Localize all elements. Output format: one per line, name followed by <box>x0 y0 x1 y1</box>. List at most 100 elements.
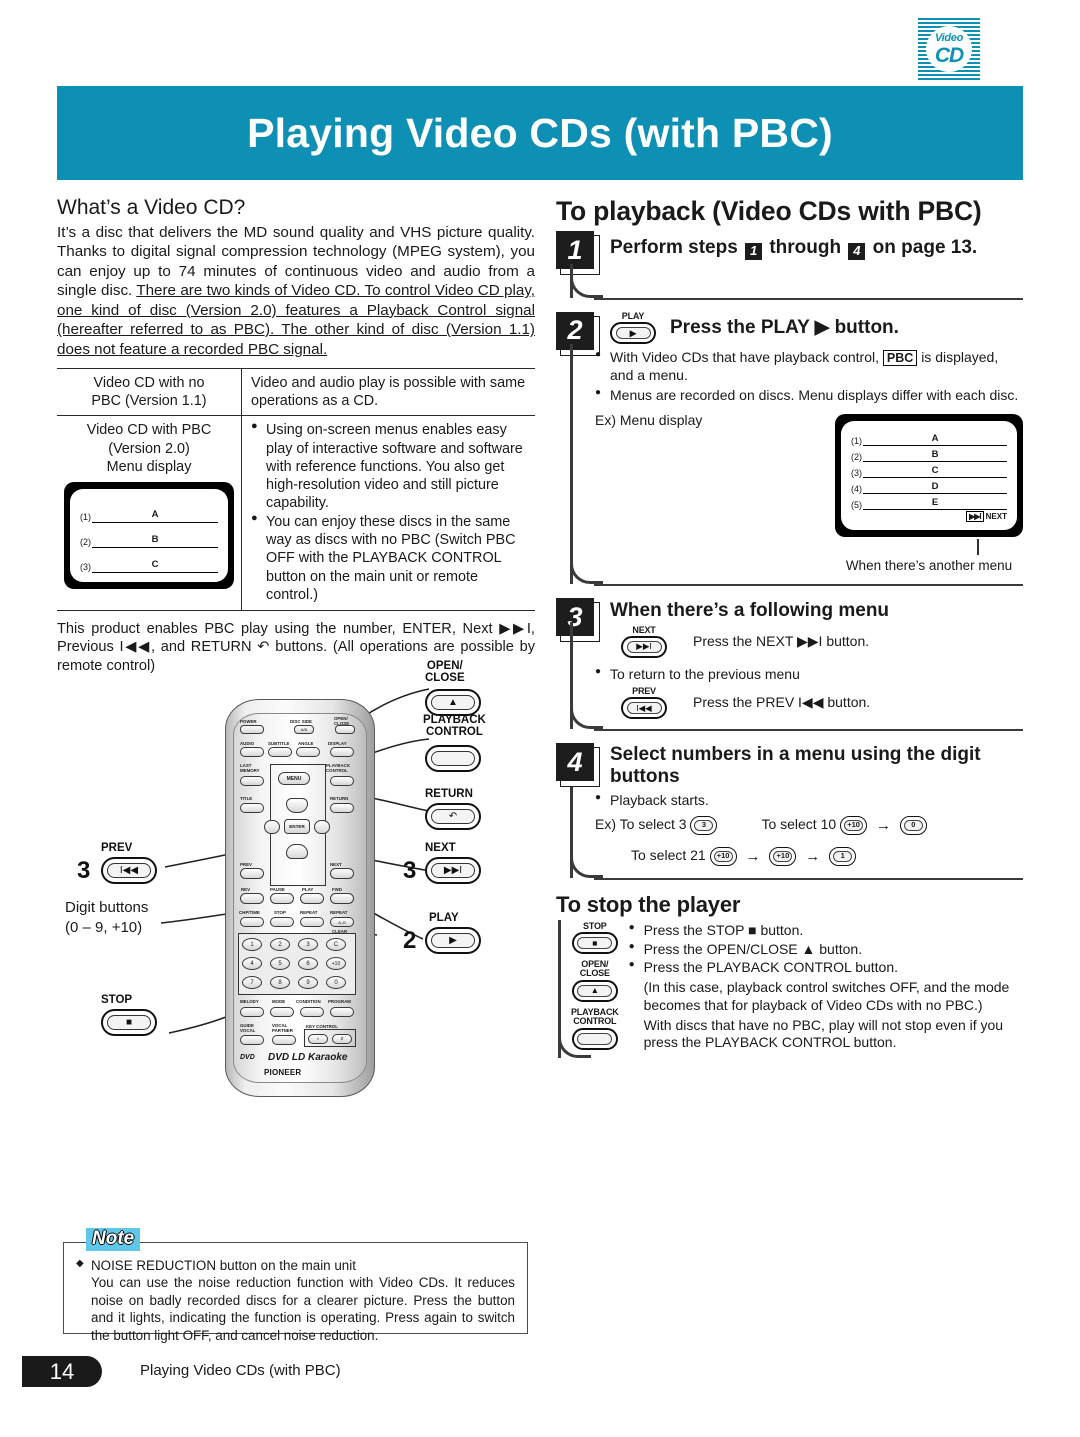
remote-label-chp-time: CHP/TIME <box>239 910 260 916</box>
callout-button-play[interactable]: ▶ <box>425 927 481 955</box>
menu-row: (1) A <box>80 498 218 523</box>
playback-control-icon <box>431 751 475 767</box>
remote-digit-8-label: 8 <box>278 979 282 986</box>
next-button-oval[interactable]: ▶▶I <box>621 635 667 658</box>
callout-step-next: 3 <box>403 857 417 885</box>
play-button-illustration[interactable]: PLAY ▶ <box>610 311 656 344</box>
digit-button-0[interactable]: 0 <box>899 815 927 835</box>
digit-button-1[interactable]: 1 <box>829 846 857 866</box>
digit-button-3[interactable]: 3 <box>690 815 718 835</box>
remote-button-guide-vocal[interactable] <box>240 1035 264 1046</box>
callout-prev-line1: PREV <box>101 842 133 855</box>
callout-button-stop[interactable]: ■ <box>101 1009 157 1037</box>
remote-button-cursor-right[interactable] <box>314 820 330 835</box>
step-4-heading: Select numbers in a menu using the digit… <box>610 743 1023 787</box>
menu-row-label: B <box>863 449 1007 463</box>
remote-button-return[interactable] <box>330 803 354 814</box>
remote-label-disc-side: DISC SIDE <box>290 719 312 725</box>
remote-button-audio[interactable] <box>240 747 264 758</box>
remote-button-mode[interactable] <box>270 1007 294 1018</box>
remote-button-fwd[interactable] <box>330 893 354 905</box>
callout-button-next[interactable]: ▶▶I <box>425 857 481 885</box>
remote-control-diagram: POWER DISC SIDE A/B OPEN/ CLOSE AUDIO SU… <box>57 661 535 1107</box>
step-1-bracket <box>569 263 1023 298</box>
remote-button-subtitle[interactable] <box>268 747 292 758</box>
play-button-oval[interactable]: ▶ <box>610 321 656 344</box>
callout-next-line1: NEXT <box>425 842 456 855</box>
remote-label-playback-control: PLAYBACK CONTROL <box>326 763 350 773</box>
remote-label-stop: STOP <box>274 910 286 916</box>
stop-icon: ■ <box>107 1015 151 1031</box>
remote-button-program[interactable] <box>330 1007 354 1018</box>
remote-button-repeat-ab[interactable]: A–B <box>330 917 354 928</box>
row1-label-line2: PBC (Version 1.1) <box>91 393 207 410</box>
prev-button-illustration[interactable]: PREV I◀◀ <box>621 687 667 720</box>
stop-icon: ■ <box>577 936 613 949</box>
open-close-button-illustration[interactable]: OPEN/ CLOSE ▲ <box>571 959 619 1002</box>
remote-button-rev[interactable] <box>240 893 264 905</box>
stop-bullet-3: Press the PLAYBACK CONTROL button. <box>629 959 1023 977</box>
remote-button-stop[interactable] <box>270 917 294 928</box>
prev-button-oval[interactable]: I◀◀ <box>621 697 667 720</box>
remote-button-cursor-down[interactable] <box>286 844 308 860</box>
step-1-heading: Perform steps 1 through 4 on page 13. <box>610 231 1023 260</box>
menu-row-number: (2) <box>851 452 862 463</box>
intro-paragraph: It’s a disc that delivers the MD sound q… <box>57 223 535 359</box>
remote-button-title[interactable] <box>240 803 264 814</box>
callout-button-open-close[interactable]: ▲ <box>425 689 481 717</box>
remote-button-playback-control[interactable] <box>330 776 354 787</box>
remote-button-vocal-partner[interactable] <box>272 1035 296 1046</box>
stop-section-content: STOP ■ OPEN/ CLOSE ▲ PLAYBACK CONTROL ● … <box>571 920 1023 1054</box>
step-1-inline-badge-a: 1 <box>745 242 763 260</box>
menu-row-label: E <box>863 497 1007 511</box>
remote-button-key-flat[interactable]: ♭ <box>308 1034 328 1045</box>
remote-digit-4-label: 4 <box>250 960 254 967</box>
playback-control-button-illustration[interactable]: PLAYBACK CONTROL <box>571 1007 619 1050</box>
remote-label-prev: PREV <box>240 862 252 868</box>
callout-button-prev[interactable]: I◀◀ <box>101 857 157 885</box>
remote-button-disc-side-label: A/B <box>300 727 308 733</box>
remote-button-disc-side[interactable]: A/B <box>294 725 314 735</box>
remote-label-audio: AUDIO <box>240 741 255 747</box>
remote-button-play[interactable] <box>300 893 324 905</box>
remote-label-next: NEXT <box>330 862 342 868</box>
stop-button-oval[interactable]: ■ <box>571 931 618 954</box>
remote-button-angle[interactable] <box>296 747 320 758</box>
remote-button-enter[interactable]: ENTER <box>284 819 310 835</box>
menu-row-number: (3) <box>80 561 91 572</box>
remote-button-chp-time[interactable] <box>240 917 264 928</box>
table-cell-desc: Video and audio play is possible with sa… <box>241 368 535 417</box>
next-button-illustration[interactable]: NEXT ▶▶I <box>621 625 667 658</box>
remote-button-enter-label: ENTER <box>289 824 305 830</box>
remote-button-prev[interactable] <box>240 868 264 880</box>
step-4-example-row-1: Ex) To select 3 3 To select 10 +10 → 0 <box>595 814 1023 837</box>
remote-button-key-sharp[interactable]: ♯ <box>332 1034 352 1045</box>
remote-button-condition[interactable] <box>300 1007 324 1018</box>
stop-button-illustration[interactable]: STOP ■ <box>571 921 619 954</box>
open-close-button-caption: OPEN/ CLOSE <box>580 959 610 979</box>
remote-digit-5-label: 5 <box>278 960 282 967</box>
menu-row-label: C <box>863 465 1007 479</box>
pbc-indicator-badge: PBC <box>882 349 918 366</box>
remote-label-rev: REV <box>241 887 251 893</box>
digit-button-plus10[interactable]: +10 <box>769 846 797 866</box>
remote-button-display[interactable] <box>330 747 354 758</box>
remote-button-last-memory[interactable] <box>240 776 264 787</box>
open-close-button-oval[interactable]: ▲ <box>571 979 618 1002</box>
playback-control-button-oval[interactable] <box>571 1027 618 1050</box>
step-3-bullet: To return to the previous menu <box>595 666 1023 684</box>
digit-button-plus10[interactable]: +10 <box>709 846 737 866</box>
remote-button-next[interactable] <box>330 868 354 880</box>
remote-button-pause[interactable] <box>270 893 294 905</box>
list-item: Using on-screen menus enables easy play … <box>251 420 528 512</box>
playback-control-icon <box>577 1032 613 1045</box>
callout-button-playback-control[interactable] <box>425 745 481 773</box>
remote-button-repeat[interactable] <box>300 917 324 928</box>
digit-button-plus10[interactable]: +10 <box>840 815 868 835</box>
step-2-heading-row: PLAY ▶ Press the PLAY ▶ button. <box>610 311 1023 344</box>
remote-button-power[interactable] <box>240 725 264 735</box>
remote-button-melody[interactable] <box>240 1007 264 1018</box>
remote-button-open-close[interactable] <box>335 725 355 735</box>
callout-button-return[interactable]: ↶ <box>425 803 481 831</box>
remote-label-fwd: FWD <box>332 887 342 893</box>
